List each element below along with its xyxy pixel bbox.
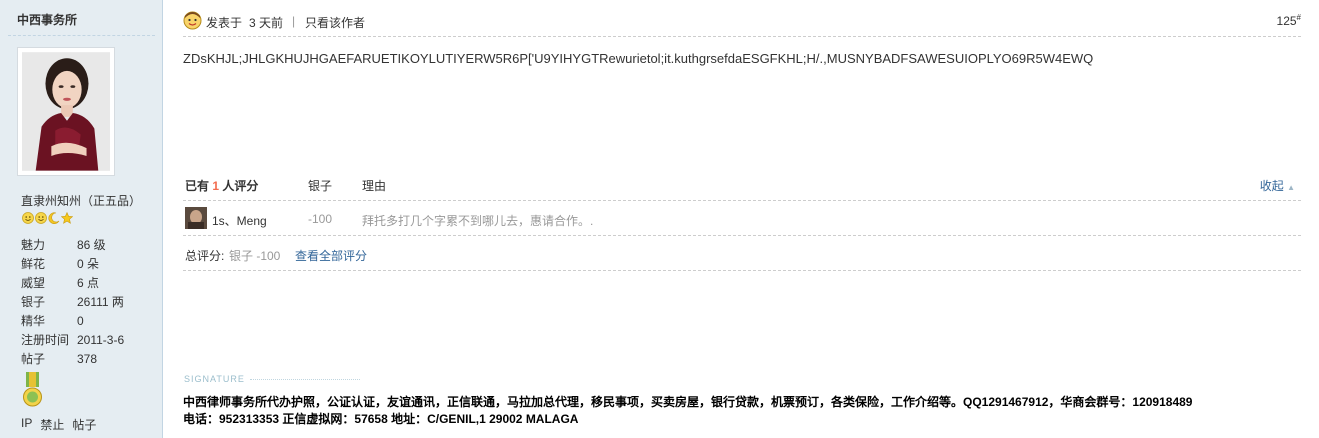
post-body: ZDsKHJL;JHLGKHUJHGAEFARUETIKOYLUTIYERW5R… bbox=[183, 51, 1094, 66]
signature-line: 电话：952313353 正信虚拟网：57658 地址：C/GENIL,1 29… bbox=[183, 412, 579, 426]
stat-value: 6 点 bbox=[77, 276, 100, 290]
rating-count: 已有 1 人评分 bbox=[185, 177, 258, 194]
total-value: 银子 -100 bbox=[229, 249, 281, 263]
rating-table: 已有 1 人评分 银子 理由 收起 ▲ 1s、Meng -100 拜托多打几个字… bbox=[183, 170, 1301, 271]
collapse-label: 收起 bbox=[1259, 179, 1284, 193]
stat-row: 威望 6 点 bbox=[21, 274, 124, 293]
avatar[interactable] bbox=[17, 47, 115, 176]
divider bbox=[8, 35, 155, 36]
stat-label: 威望 bbox=[21, 276, 46, 290]
author-profile-panel: 中西事务所 直隶州知州（正五品） 魅力 86 级 鲜花 0 朵 威望 6 点 银… bbox=[0, 0, 163, 438]
stat-label: 鲜花 bbox=[21, 257, 46, 271]
stat-row: 精华 0 bbox=[21, 312, 124, 331]
rank-icons bbox=[22, 211, 74, 225]
star-icon bbox=[60, 211, 74, 224]
stat-label: 银子 bbox=[21, 295, 46, 309]
stat-value: 26111 两 bbox=[77, 295, 124, 309]
moderation-actions: IP 禁止 帖子 bbox=[21, 416, 96, 433]
stat-row: 魅力 86 级 bbox=[21, 236, 124, 255]
signature-line: 中西律师事务所代办护照，公证认证，友谊通讯，正信联通，马拉加总代理，移民事项，买… bbox=[183, 395, 1193, 409]
stat-label: 精华 bbox=[21, 314, 46, 328]
post-header: 发表于 3 天前 | 只看该作者 125# bbox=[183, 0, 1301, 37]
total-label: 总评分: bbox=[185, 249, 225, 263]
stat-value: 0 朵 bbox=[77, 257, 100, 271]
rating-count-number: 1 bbox=[212, 179, 220, 193]
signature-label: SIGNATURE bbox=[184, 374, 245, 384]
rating-row: 1s、Meng -100 拜托多打几个字累不到哪儿去，惠请合作。. bbox=[183, 201, 1301, 236]
stat-label: 魅力 bbox=[21, 238, 46, 252]
rating-prefix: 已有 bbox=[185, 179, 210, 193]
header-divider: | bbox=[292, 14, 296, 28]
stat-value[interactable]: 378 bbox=[77, 350, 97, 369]
stat-value: 2011-3-6 bbox=[77, 333, 125, 347]
signature-divider bbox=[250, 379, 360, 380]
stat-row: 帖子 378 bbox=[21, 350, 124, 369]
stat-label[interactable]: 帖子 bbox=[21, 350, 77, 369]
rating-reason: 拜托多打几个字累不到哪儿去，惠请合作。. bbox=[362, 214, 594, 228]
ip-link[interactable]: IP bbox=[21, 416, 32, 433]
column-reason: 理由 bbox=[362, 179, 387, 193]
moon-icon bbox=[48, 212, 60, 225]
rating-score: -100 bbox=[308, 212, 333, 226]
author-name[interactable]: 中西事务所 bbox=[17, 11, 77, 28]
rank-title: 直隶州知州（正五品） bbox=[21, 194, 142, 208]
stat-row: 注册时间 2011-3-6 bbox=[21, 331, 124, 350]
collapse-ratings-button[interactable]: 收起 ▲ bbox=[1260, 177, 1295, 194]
rating-total: 总评分: 银子 -100 查看全部评分 bbox=[183, 236, 1301, 271]
online-user-icon bbox=[183, 11, 202, 30]
rating-suffix: 人评分 bbox=[222, 179, 259, 193]
rating-header: 已有 1 人评分 银子 理由 收起 ▲ bbox=[183, 170, 1301, 201]
post-content-area: 发表于 3 天前 | 只看该作者 125# ZDsKHJL;JHLGKHUJHG… bbox=[163, 0, 1319, 438]
stat-value: 86 级 bbox=[77, 238, 106, 252]
author-stats: 魅力 86 级 鲜花 0 朵 威望 6 点 银子 26111 两 精华 0 注册… bbox=[21, 236, 124, 369]
floor-number-mark: # bbox=[1296, 13, 1301, 22]
rater-name[interactable]: 1s、Meng bbox=[212, 212, 267, 229]
posted-time: 3 天前 bbox=[249, 16, 284, 30]
stat-row: 银子 26111 两 bbox=[21, 293, 124, 312]
column-silver: 银子 bbox=[308, 179, 333, 193]
stat-label: 注册时间 bbox=[21, 333, 70, 347]
signature-text: 中西律师事务所代办护照，公证认证，友谊通讯，正信联通，马拉加总代理，移民事项，买… bbox=[183, 394, 1301, 428]
floor-number-value: 125 bbox=[1276, 14, 1297, 28]
view-all-ratings-link[interactable]: 查看全部评分 bbox=[295, 247, 367, 264]
smiley-icon bbox=[35, 212, 47, 224]
smiley-icon bbox=[22, 212, 34, 224]
posts-link[interactable]: 帖子 bbox=[72, 416, 96, 433]
caret-up-icon: ▲ bbox=[1287, 183, 1295, 192]
only-author-link[interactable]: 只看该作者 bbox=[305, 14, 365, 31]
posted-label: 发表于 bbox=[206, 16, 243, 30]
floor-number[interactable]: 125# bbox=[1277, 13, 1301, 28]
avatar-image bbox=[22, 52, 110, 171]
ban-link[interactable]: 禁止 bbox=[40, 416, 64, 433]
stat-value: 0 bbox=[77, 314, 84, 328]
medal-icon[interactable] bbox=[23, 372, 42, 408]
rater-avatar[interactable] bbox=[185, 207, 207, 229]
stat-row: 鲜花 0 朵 bbox=[21, 255, 124, 274]
